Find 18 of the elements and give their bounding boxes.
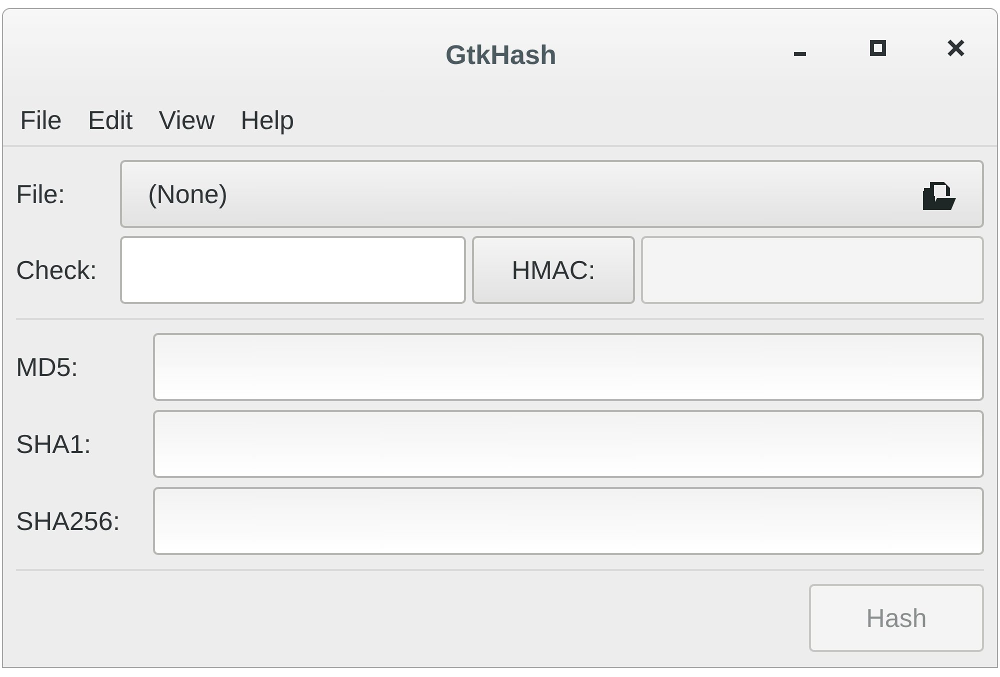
window-title: GtkHash [444,39,558,72]
hash-output-field[interactable] [153,487,984,555]
hash-label: SHA256: [16,504,122,538]
hash-output-field[interactable] [153,410,984,478]
check-field[interactable] [120,236,466,304]
menu-item[interactable]: View [148,100,226,140]
menu-item[interactable]: File [9,100,73,140]
hash-label: MD5: [16,350,80,384]
hash-output-field[interactable] [153,333,984,401]
close-icon [946,38,966,58]
menu-item[interactable]: Edit [76,100,144,140]
menu-item[interactable]: Help [230,100,306,140]
hmac-key-field[interactable] [641,236,984,304]
hmac-button[interactable]: HMAC: [472,236,635,304]
file-chooser-button[interactable]: (None) [120,160,984,228]
hash-label: SHA1: [16,428,92,460]
check-label: Check: [16,254,98,286]
file-label: File: [16,178,66,210]
